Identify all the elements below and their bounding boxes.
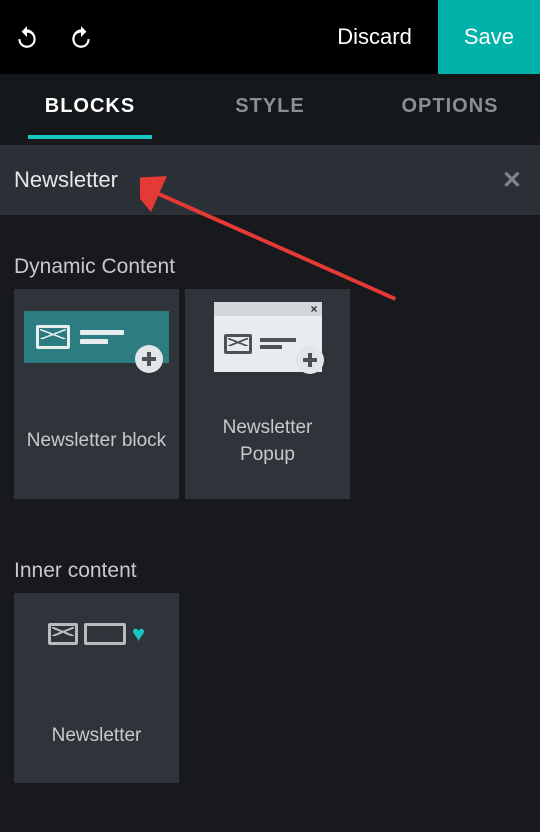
- undo-button[interactable]: [0, 0, 54, 74]
- mail-icon: [224, 334, 252, 354]
- field-icon: [84, 623, 126, 645]
- plus-icon: [135, 345, 163, 373]
- heart-icon: ♥: [132, 621, 145, 647]
- block-search-input[interactable]: [14, 167, 420, 193]
- block-label: Newsletter: [44, 689, 150, 783]
- block-newsletter[interactable]: ♥ Newsletter: [14, 593, 179, 783]
- thumb-newsletter-block: [14, 289, 179, 384]
- mail-icon: [36, 325, 70, 349]
- block-label: Newsletter Popup: [185, 384, 350, 499]
- save-button[interactable]: Save: [438, 0, 540, 74]
- redo-icon: [68, 24, 94, 50]
- dynamic-content-blocks: Newsletter block × Newsletter Popup: [0, 289, 540, 499]
- thumb-newsletter: ♥: [48, 621, 145, 647]
- thumb-newsletter-popup: ×: [185, 289, 350, 384]
- topbar: Discard Save: [0, 0, 540, 74]
- clear-search-button[interactable]: ✕: [502, 166, 522, 195]
- inner-content-blocks: ♥ Newsletter: [0, 593, 540, 783]
- block-search-bar: ✕: [0, 145, 540, 215]
- redo-button[interactable]: [54, 0, 108, 74]
- block-newsletter-popup[interactable]: × Newsletter Popup: [185, 289, 350, 499]
- mail-icon: [48, 623, 78, 645]
- block-newsletter-block[interactable]: Newsletter block: [14, 289, 179, 499]
- discard-button[interactable]: Discard: [311, 0, 438, 74]
- tab-style[interactable]: STYLE: [180, 74, 360, 139]
- section-title-inner: Inner content: [14, 559, 540, 583]
- close-icon: ×: [310, 302, 317, 316]
- plus-icon: [296, 346, 324, 374]
- section-title-dynamic: Dynamic Content: [14, 255, 540, 279]
- tab-blocks[interactable]: BLOCKS: [0, 74, 180, 139]
- tab-options[interactable]: OPTIONS: [360, 74, 540, 139]
- sidebar-tabs: BLOCKS STYLE OPTIONS: [0, 74, 540, 139]
- block-label: Newsletter block: [19, 384, 174, 499]
- undo-icon: [14, 24, 40, 50]
